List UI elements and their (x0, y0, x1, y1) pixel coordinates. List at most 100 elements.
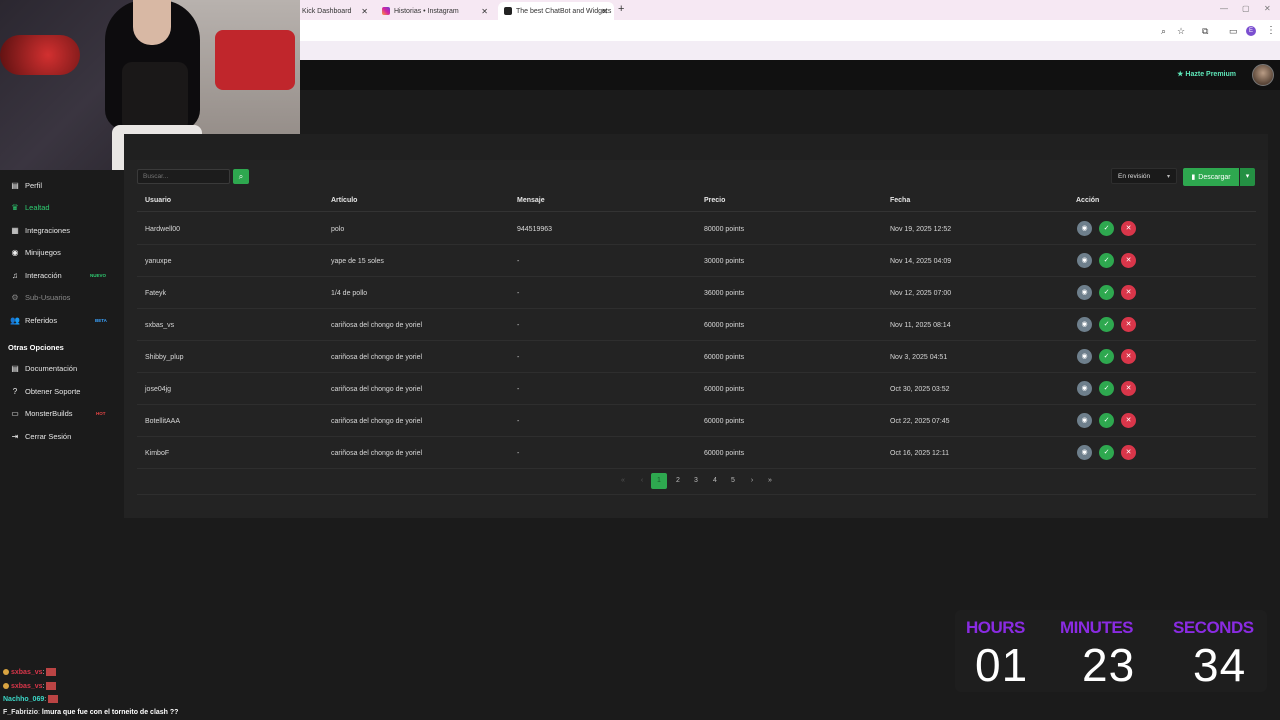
premium-link[interactable]: ★ Hazte Premium (1177, 70, 1236, 78)
next-page-button[interactable]: › (746, 473, 758, 489)
column-header-accion: Acción (1076, 197, 1100, 204)
zoom-icon[interactable]: ⌕ (1161, 26, 1166, 37)
sidebar-item-minijuegos[interactable]: ◉ Minijuegos (0, 242, 118, 262)
approve-button[interactable]: ✓ (1099, 317, 1114, 332)
sidebar-item-soporte[interactable]: ? Obtener Soporte (0, 381, 118, 401)
cell-fecha: Nov 12, 2025 07:00 (890, 290, 952, 297)
close-icon: ✕ (1125, 449, 1132, 456)
card-header (124, 134, 1268, 160)
reject-button[interactable]: ✕ (1121, 413, 1136, 428)
menu-icon[interactable]: ⋮ (1266, 25, 1276, 36)
cell-usuario: BotellitAAA (145, 418, 181, 425)
minimize-icon[interactable]: — (1220, 4, 1228, 13)
approve-button[interactable]: ✓ (1099, 381, 1114, 396)
prev-page-button[interactable]: ‹ (636, 473, 648, 489)
chevron-down-icon: ▾ (1245, 173, 1250, 180)
view-button[interactable]: ◉ (1077, 253, 1092, 268)
sidebar-item-cerrar-sesion[interactable]: ⇥ Cerrar Sesión (0, 426, 118, 446)
view-button[interactable]: ◉ (1077, 445, 1092, 460)
tab-chatbot[interactable]: The best ChatBot and Widgets ✕ (498, 2, 614, 20)
chat-username: sxbas_vs (11, 668, 43, 676)
reject-button[interactable]: ✕ (1121, 381, 1136, 396)
search-button[interactable]: ⌕ (233, 169, 249, 184)
cell-precio: 60000 points (704, 322, 745, 329)
document-icon: ▤ (11, 363, 19, 373)
close-icon[interactable]: ✕ (361, 7, 368, 16)
close-window-icon[interactable]: ✕ (1264, 4, 1271, 13)
check-icon: ✓ (1103, 417, 1110, 424)
profile-avatar[interactable]: E (1246, 26, 1256, 36)
first-page-button[interactable]: « (617, 473, 629, 489)
page-button-2[interactable]: 2 (672, 473, 684, 489)
tab-label: The best ChatBot and Widgets (516, 7, 612, 15)
table-row: jose04jg cariñosa del chongo de yoriel -… (137, 373, 1256, 405)
screen: { "browser": { "tabs": [ {"label": "Kick… (0, 0, 1280, 720)
sidebar-item-monsterbuilds[interactable]: ▭ MonsterBuilds HOT (0, 403, 118, 423)
tab-instagram[interactable]: Historias • Instagram ✕ (376, 2, 494, 20)
view-button[interactable]: ◉ (1077, 221, 1092, 236)
cell-fecha: Nov 19, 2025 12:52 (890, 226, 952, 233)
page-button-4[interactable]: 4 (709, 473, 721, 489)
chat-separator: : (42, 668, 45, 676)
sidebar-item-perfil[interactable]: ▤ Perfil (0, 175, 118, 195)
view-button[interactable]: ◉ (1077, 317, 1092, 332)
sidebar-item-sub-usuarios[interactable]: ⚙ Sub-Usuarios (0, 287, 118, 307)
table-row: Fateyk 1/4 de pollo - 36000 points Nov 1… (137, 277, 1256, 309)
tab-kick-dashboard[interactable]: Kick Dashboard ✕ (296, 2, 374, 20)
approve-button[interactable]: ✓ (1099, 413, 1114, 428)
view-button[interactable]: ◉ (1077, 381, 1092, 396)
column-header-articulo: Artículo (331, 197, 358, 204)
new-tab-button[interactable]: + (618, 3, 624, 15)
download-options-button[interactable]: ▾ (1240, 168, 1255, 186)
close-icon[interactable]: ✕ (481, 7, 488, 16)
check-icon: ✓ (1103, 321, 1110, 328)
sidebar-item-interaccion[interactable]: ♫ Interacción NUEVO (0, 265, 118, 285)
minutes-label: MINUTES (1060, 618, 1134, 637)
approve-button[interactable]: ✓ (1099, 253, 1114, 268)
user-avatar[interactable] (1252, 64, 1274, 86)
cast-icon[interactable]: ▭ (1229, 26, 1238, 37)
view-button[interactable]: ◉ (1077, 349, 1092, 364)
sidebar-item-lealtad[interactable]: ♛ Lealtad (0, 197, 118, 217)
last-page-button[interactable]: » (764, 473, 776, 489)
webcam-pillow (215, 30, 295, 90)
hot-badge: HOT (96, 410, 106, 416)
view-button[interactable]: ◉ (1077, 413, 1092, 428)
close-icon: ✕ (1125, 321, 1132, 328)
bookmark-star-icon[interactable]: ☆ (1177, 26, 1185, 37)
page-button-1[interactable]: 1 (651, 473, 667, 489)
download-button[interactable]: ▮ Descargar (1183, 168, 1239, 186)
reject-button[interactable]: ✕ (1121, 253, 1136, 268)
page-button-5[interactable]: 5 (727, 473, 739, 489)
eye-icon: ◉ (1081, 289, 1088, 296)
approve-button[interactable]: ✓ (1099, 285, 1114, 300)
approve-button[interactable]: ✓ (1099, 349, 1114, 364)
column-header-fecha: Fecha (890, 197, 911, 204)
sidebar-item-documentacion[interactable]: ▤ Documentación (0, 358, 118, 378)
cell-usuario: sxbas_vs (145, 322, 175, 329)
gear-icon: ⚙ (11, 292, 19, 302)
page-button-3[interactable]: 3 (690, 473, 702, 489)
emote-icon (46, 682, 57, 690)
extensions-icon[interactable]: ⧉ (1202, 26, 1208, 37)
reject-button[interactable]: ✕ (1121, 317, 1136, 332)
close-icon[interactable]: ✕ (601, 7, 608, 16)
new-badge: NUEVO (90, 272, 107, 278)
reject-button[interactable]: ✕ (1121, 221, 1136, 236)
close-icon: ✕ (1125, 257, 1132, 264)
sidebar-item-integraciones[interactable]: ▦ Integraciones (0, 220, 118, 240)
view-button[interactable]: ◉ (1077, 285, 1092, 300)
status-filter-select[interactable]: En revisión ▾ (1111, 168, 1177, 184)
sidebar-item-label: Perfil (25, 180, 43, 190)
maximize-icon[interactable]: ▢ (1242, 4, 1250, 13)
search-input[interactable] (137, 169, 230, 184)
sidebar-item-referidos[interactable]: 👥 Referidos BETA (0, 310, 118, 330)
url-field[interactable] (300, 24, 1180, 38)
approve-button[interactable]: ✓ (1099, 221, 1114, 236)
approve-button[interactable]: ✓ (1099, 445, 1114, 460)
instagram-icon (382, 7, 390, 15)
seconds-value: 34 (1193, 639, 1247, 691)
reject-button[interactable]: ✕ (1121, 285, 1136, 300)
reject-button[interactable]: ✕ (1121, 349, 1136, 364)
reject-button[interactable]: ✕ (1121, 445, 1136, 460)
